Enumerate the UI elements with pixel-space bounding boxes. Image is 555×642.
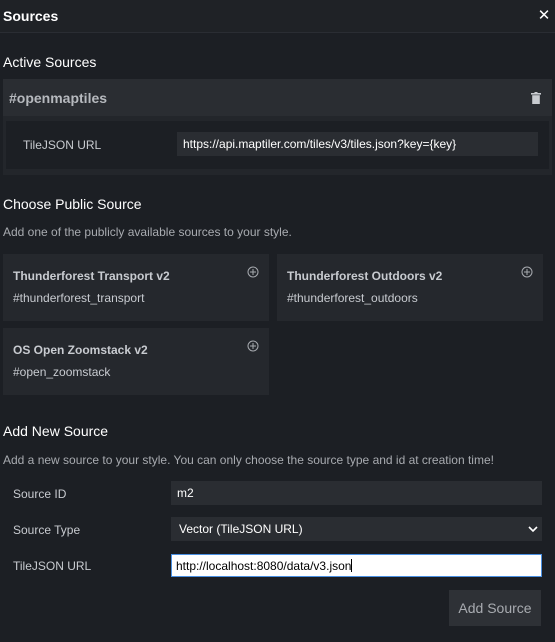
public-source-id: #thunderforest_transport (13, 291, 145, 305)
public-source-id: #open_zoomstack (13, 365, 111, 379)
plus-circle-icon[interactable] (521, 266, 533, 278)
public-sources-description: Add one of the publicly available source… (3, 225, 292, 239)
modal-title: Sources (3, 8, 59, 24)
tilejson-url-value: http://localhost:8080/data/v3.json (176, 559, 352, 573)
chevron-down-icon (528, 526, 538, 533)
tilejson-url-label: TileJSON URL (13, 559, 92, 573)
trash-icon[interactable] (531, 92, 541, 104)
active-source-body: TileJSON URL https://api.maptiler.com/ti… (6, 121, 549, 169)
source-id-label: Source ID (13, 487, 67, 501)
close-icon[interactable]: ✕ (537, 7, 551, 25)
active-source-id: #openmaptiles (9, 90, 108, 106)
text-cursor (351, 559, 353, 572)
public-source-title: Thunderforest Transport v2 (13, 269, 170, 283)
public-source-card-os-open-zoomstack[interactable]: OS Open Zoomstack v2 #open_zoomstack (3, 328, 269, 395)
plus-circle-icon[interactable] (247, 340, 259, 352)
source-id-input[interactable] (171, 481, 542, 505)
add-new-source-heading: Add New Source (3, 423, 109, 439)
source-type-label: Source Type (13, 523, 81, 537)
public-source-id: #thunderforest_outdoors (287, 291, 418, 305)
active-sources-heading: Active Sources (3, 54, 97, 70)
public-source-title: Thunderforest Outdoors v2 (287, 269, 443, 283)
active-source-card: #openmaptiles TileJSON URL https://api.m… (3, 79, 552, 175)
source-type-value: Vector (TileJSON URL) (179, 522, 303, 536)
public-sources-heading: Choose Public Source (3, 196, 142, 212)
add-source-button[interactable]: Add Source (449, 590, 541, 626)
public-source-card-thunderforest-outdoors[interactable]: Thunderforest Outdoors v2 #thunderforest… (277, 254, 543, 321)
modal-header: Sources ✕ (0, 0, 555, 33)
public-source-card-thunderforest-transport[interactable]: Thunderforest Transport v2 #thunderfores… (3, 254, 269, 321)
plus-circle-icon[interactable] (247, 266, 259, 278)
active-source-header: #openmaptiles (3, 79, 552, 116)
tilejson-url-field[interactable]: https://api.maptiler.com/tiles/v3/tiles.… (177, 132, 538, 156)
source-type-select[interactable]: Vector (TileJSON URL) (171, 517, 542, 541)
tilejson-url-label: TileJSON URL (23, 138, 102, 152)
add-new-source-description: Add a new source to your style. You can … (3, 453, 494, 467)
public-source-title: OS Open Zoomstack v2 (13, 343, 148, 357)
tilejson-url-input[interactable]: http://localhost:8080/data/v3.json (171, 554, 542, 577)
